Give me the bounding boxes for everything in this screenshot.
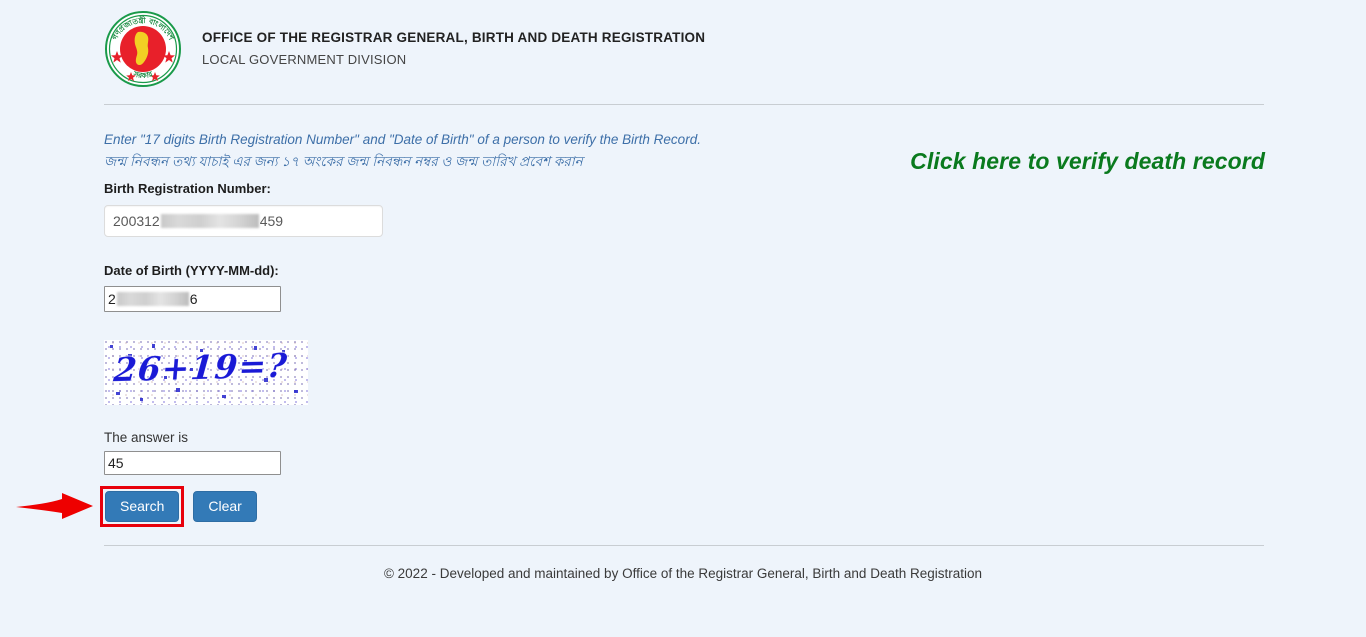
brn-value-suffix: 459 bbox=[259, 213, 284, 229]
captcha-question-text: 26+19=? bbox=[112, 345, 290, 390]
verify-death-record-link[interactable]: Click here to verify death record bbox=[910, 148, 1265, 175]
bangladesh-government-seal-icon: গণপ্রজাতন্ত্রী বাংলাদেশ সরকার bbox=[104, 10, 182, 88]
form-action-buttons: Search Clear bbox=[100, 486, 257, 528]
birth-registration-number-input[interactable]: 200312 459 bbox=[104, 205, 383, 237]
organization-title: OFFICE OF THE REGISTRAR GENERAL, BIRTH A… bbox=[202, 29, 706, 45]
dob-value-suffix: 6 bbox=[189, 291, 198, 307]
captcha-image: 26+19=? bbox=[104, 340, 308, 405]
captcha-answer-block: The answer is 45 bbox=[104, 430, 281, 475]
organization-subtitle: LOCAL GOVERNMENT DIVISION bbox=[202, 51, 407, 67]
red-arrow-right-icon bbox=[16, 492, 94, 520]
header-divider bbox=[104, 104, 1264, 105]
page-root: গণপ্রজাতন্ত্রী বাংলাদেশ সরকার OFFICE OF … bbox=[0, 0, 1366, 637]
brn-label: Birth Registration Number: bbox=[104, 181, 271, 196]
clear-button[interactable]: Clear bbox=[193, 491, 257, 523]
header-text-block: OFFICE OF THE REGISTRAR GENERAL, BIRTH A… bbox=[202, 29, 706, 67]
search-button[interactable]: Search bbox=[105, 491, 180, 523]
instructions-block: Enter "17 digits Birth Registration Numb… bbox=[104, 130, 864, 173]
instruction-bengali: জন্ম নিবন্ধন তথ্য যাচাই এর জন্য ১৭ অংকের… bbox=[104, 154, 583, 170]
captcha-answer-label: The answer is bbox=[104, 430, 189, 445]
captcha-answer-value: 45 bbox=[108, 455, 124, 471]
footer-copyright: © 2022 - Developed and maintained by Off… bbox=[383, 566, 983, 581]
dob-value-prefix: 2 bbox=[108, 291, 116, 307]
footer-divider bbox=[104, 545, 1264, 546]
dob-label: Date of Birth (YYYY-MM-dd): bbox=[104, 263, 279, 278]
date-of-birth-input[interactable]: 26 bbox=[104, 286, 281, 312]
instruction-english: Enter "17 digits Birth Registration Numb… bbox=[104, 132, 701, 147]
search-button-highlight: Search bbox=[100, 486, 185, 528]
brn-value-prefix: 200312 bbox=[113, 213, 160, 229]
dob-redaction-block bbox=[116, 292, 189, 306]
brn-redaction-block bbox=[160, 214, 259, 228]
birth-record-search-form: Birth Registration Number: 200312 459 Dat… bbox=[104, 181, 704, 312]
site-header: গণপ্রজাতন্ত্রী বাংলাদেশ সরকার OFFICE OF … bbox=[104, 6, 1264, 92]
captcha-answer-input[interactable]: 45 bbox=[104, 451, 281, 475]
